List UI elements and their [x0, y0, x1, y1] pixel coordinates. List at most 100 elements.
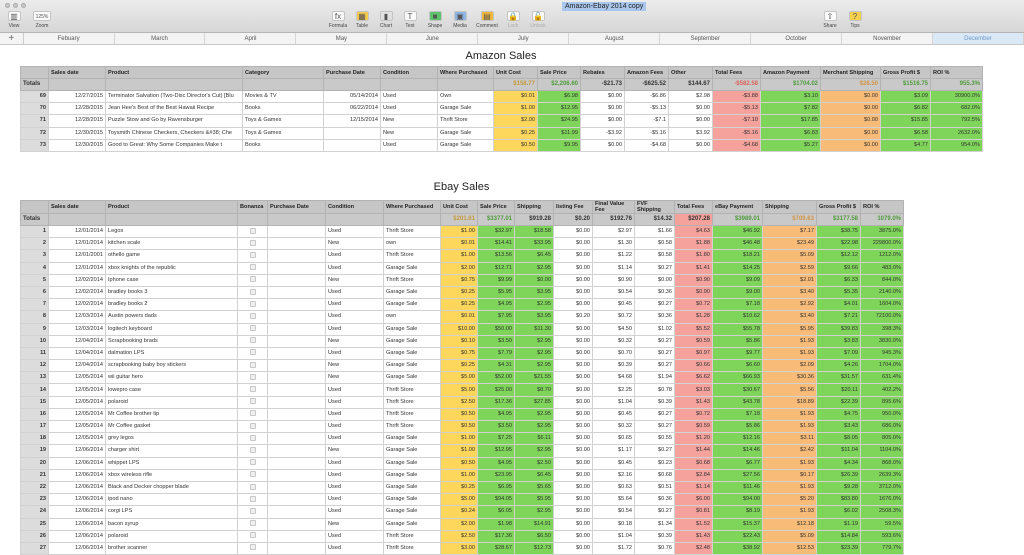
cell[interactable]: $9.09	[712, 273, 763, 287]
cell[interactable]: $0.72	[592, 310, 635, 324]
column-header[interactable]: Total Fees	[674, 200, 713, 214]
toolbar-formula-button[interactable]: fx Formula	[326, 11, 350, 29]
cell[interactable]: $0.25	[440, 480, 478, 495]
cell[interactable]: $3.10	[760, 89, 821, 104]
bonanza-checkbox[interactable]	[250, 532, 256, 539]
cell[interactable]: $9.95	[537, 138, 581, 152]
cell[interactable]: $9.99	[477, 273, 515, 287]
cell[interactable]: $5.95	[762, 322, 817, 336]
cell[interactable]: $0.36	[634, 493, 675, 507]
cell[interactable]: $2.59	[762, 261, 817, 275]
column-header[interactable]: Condition	[325, 200, 384, 214]
cell[interactable]: $0.27	[634, 407, 675, 422]
minimize-button[interactable]	[13, 3, 18, 8]
cell[interactable]: 3712.0%	[860, 480, 904, 495]
column-header[interactable]: ROI %	[860, 200, 904, 214]
cell[interactable]: $6.33	[816, 273, 861, 287]
bonanza-checkbox[interactable]	[250, 251, 256, 258]
cell[interactable]	[323, 138, 381, 152]
cell[interactable]: Puzzle Stow and Go by Ravensburger	[105, 114, 243, 128]
cell[interactable]: 3875.0%	[860, 224, 904, 239]
cell[interactable]: Used	[325, 505, 384, 519]
cell[interactable]: $6.50	[514, 529, 554, 543]
row-number[interactable]: 70	[20, 102, 49, 116]
cell[interactable]: $0.00	[553, 456, 593, 470]
cell[interactable]	[267, 529, 326, 543]
row-number[interactable]: 5	[20, 273, 49, 287]
cell[interactable]: -$4.68	[624, 138, 669, 152]
cell[interactable]: scrapbooking baby boy stickers	[105, 359, 238, 373]
cell[interactable]: -$7.10	[712, 114, 761, 128]
bonanza-checkbox[interactable]	[250, 276, 256, 283]
cell[interactable]: New	[325, 359, 384, 373]
cell[interactable]: Garage Sale	[437, 138, 494, 152]
cell[interactable]: $23.49	[762, 237, 817, 251]
cell[interactable]: $4.31	[477, 359, 515, 373]
bonanza-checkbox[interactable]	[250, 373, 256, 380]
cell[interactable]: $1.93	[762, 407, 817, 422]
cell[interactable]: Austin powers dads	[105, 310, 238, 324]
cell[interactable]: $6.45	[514, 468, 554, 482]
cell[interactable]: $5.00	[440, 383, 478, 397]
tab-febuary[interactable]: Febuary	[24, 33, 115, 44]
cell[interactable]: $0.00	[553, 444, 593, 458]
cell[interactable]: Garage Sale	[383, 346, 441, 361]
column-header[interactable]	[20, 200, 49, 214]
column-header[interactable]: Merchant Shipping	[820, 66, 881, 79]
cell[interactable]: $1.52	[674, 517, 713, 531]
cell[interactable]: $0.54	[592, 505, 635, 519]
cell[interactable]: $5.09	[762, 529, 817, 543]
cell[interactable]: polaroid	[105, 529, 238, 543]
cell[interactable]: $1.72	[592, 541, 635, 555]
column-header[interactable]: Sales date	[48, 200, 106, 214]
row-number[interactable]: 12	[20, 359, 49, 373]
cell[interactable]: $6.62	[674, 371, 713, 385]
cell[interactable]: $7.17	[762, 224, 817, 239]
cell[interactable]: $0.00	[553, 432, 593, 446]
cell[interactable]: $5.00	[440, 371, 478, 385]
cell[interactable]: Used	[325, 480, 384, 495]
cell[interactable]: $5.95	[477, 285, 515, 300]
cell[interactable]: $0.00	[820, 89, 881, 104]
cell[interactable]	[267, 249, 326, 263]
cell[interactable]: Garage Sale	[383, 456, 441, 470]
bonanza-checkbox[interactable]	[250, 471, 256, 478]
cell[interactable]: $4.01	[816, 298, 861, 312]
cell[interactable]: othello game	[105, 249, 238, 263]
cell[interactable]	[267, 383, 326, 397]
cell[interactable]: $5.65	[514, 480, 554, 495]
cell[interactable]: $3.92	[668, 126, 713, 140]
cell[interactable]: $0.27	[634, 444, 675, 458]
column-header[interactable]: Condition	[380, 66, 438, 79]
cell[interactable]: -$7.1	[624, 114, 669, 128]
toolbar-table-button[interactable]: ▦ Table	[350, 11, 374, 29]
column-header[interactable]: Category	[242, 66, 324, 79]
cell[interactable]	[267, 322, 326, 336]
cell[interactable]: 12/28/2015	[48, 114, 106, 128]
cell[interactable]: 2632.0%	[930, 126, 983, 140]
cell[interactable]: dalmation LPS	[105, 346, 238, 361]
cell[interactable]: $0.32	[592, 334, 635, 348]
cell[interactable]: $14.25	[712, 261, 763, 275]
cell[interactable]: $2.50	[514, 456, 554, 470]
cell[interactable]: $0.00	[514, 273, 554, 287]
cell[interactable]: $0.75	[440, 273, 478, 287]
cell[interactable]: $14.46	[712, 444, 763, 458]
cell[interactable]: 844.0%	[860, 273, 904, 287]
cell[interactable]: $0.00	[553, 407, 593, 422]
bonanza-checkbox[interactable]	[250, 300, 256, 307]
cell[interactable]: $2.50	[440, 529, 478, 543]
cell[interactable]: 402.2%	[860, 383, 904, 397]
bonanza-checkbox[interactable]	[250, 239, 256, 246]
cell[interactable]: $11.46	[712, 480, 763, 495]
cell[interactable]: $1.93	[762, 334, 817, 348]
row-number[interactable]: 21	[20, 468, 49, 482]
cell[interactable]: $4.63	[674, 224, 713, 239]
column-header[interactable]: Gross Profit $	[816, 200, 861, 214]
cell[interactable]: $3.50	[477, 334, 515, 348]
cell[interactable]: $6.02	[816, 505, 861, 519]
cell[interactable]: Used	[325, 249, 384, 263]
column-header[interactable]: Where Purchased	[383, 200, 441, 214]
cell[interactable]: $0.32	[592, 419, 635, 434]
cell[interactable]: $6.83	[760, 126, 821, 140]
